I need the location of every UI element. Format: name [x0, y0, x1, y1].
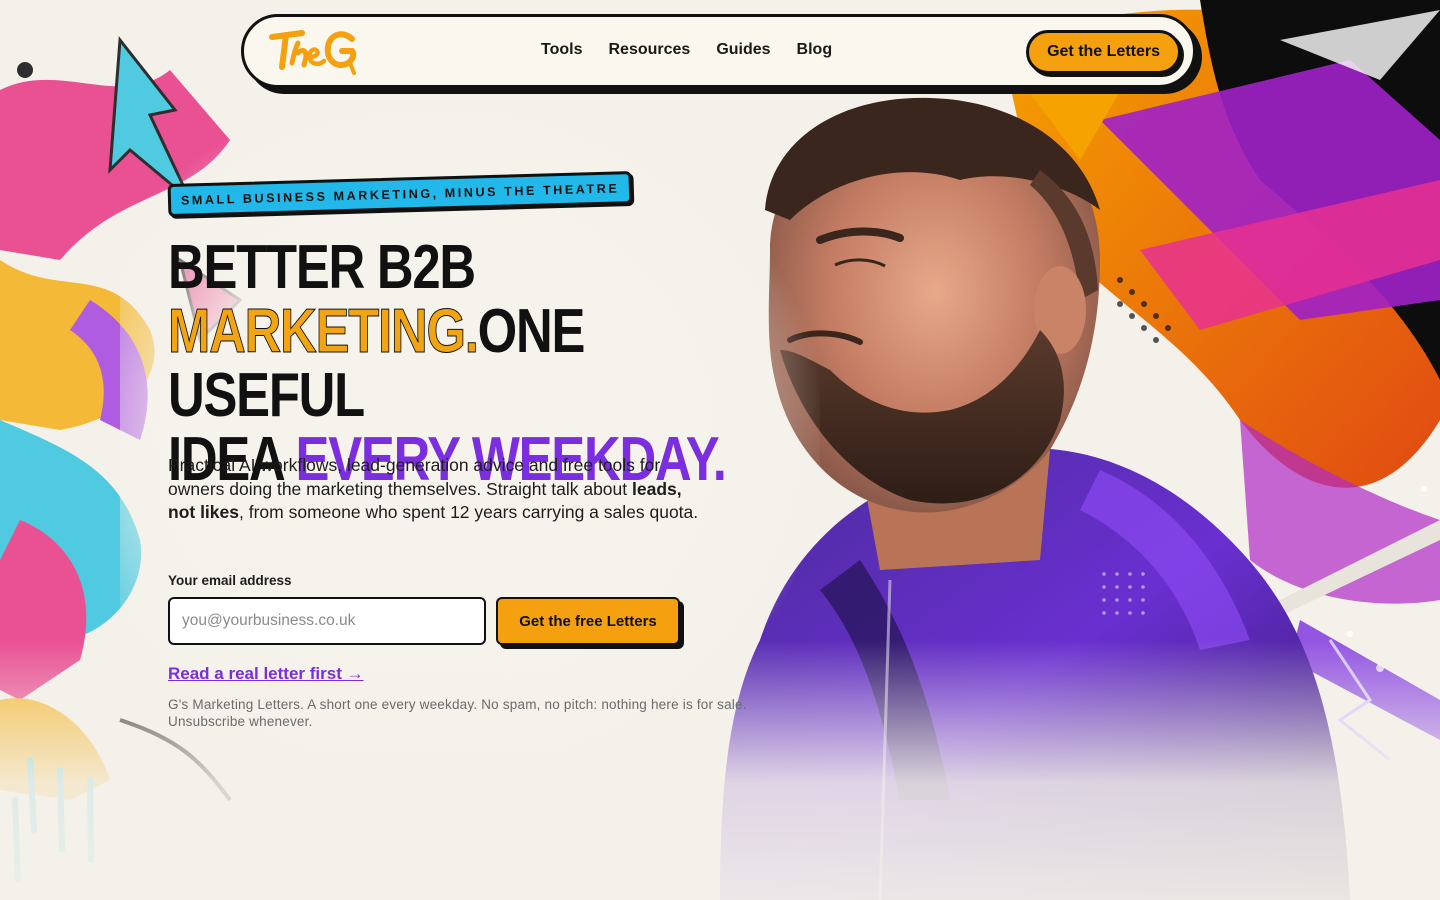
headline-line-1: BETTER B2B — [168, 233, 476, 302]
logo[interactable] — [266, 23, 366, 81]
headline-highlight-marketing: MARKETING. — [168, 297, 480, 366]
email-input[interactable] — [168, 597, 486, 645]
hero-description: Practical AI workflows, lead-generation … — [168, 454, 713, 525]
logo-mark — [269, 30, 357, 75]
read-letter-link[interactable]: Read a real letter first → — [168, 664, 364, 684]
lede-part-2: , from someone who spent 12 years carryi… — [239, 502, 699, 522]
nav-link-resources[interactable]: Resources — [608, 41, 690, 59]
get-the-letters-button[interactable]: Get the Letters — [1026, 30, 1181, 74]
nav-link-tools[interactable]: Tools — [541, 41, 582, 59]
lede-part-1: Practical AI workflows, lead-generation … — [168, 455, 661, 499]
email-label: Your email address — [168, 573, 292, 588]
get-free-letters-button[interactable]: Get the free Letters — [496, 597, 680, 645]
nav-link-blog[interactable]: Blog — [797, 41, 833, 59]
fineprint: G's Marketing Letters. A short one every… — [168, 697, 747, 729]
nav-link-guides[interactable]: Guides — [716, 41, 770, 59]
top-navigation: Tools Resources Guides Blog Get the Lett… — [241, 14, 1196, 88]
primary-nav: Tools Resources Guides Blog — [541, 41, 832, 59]
